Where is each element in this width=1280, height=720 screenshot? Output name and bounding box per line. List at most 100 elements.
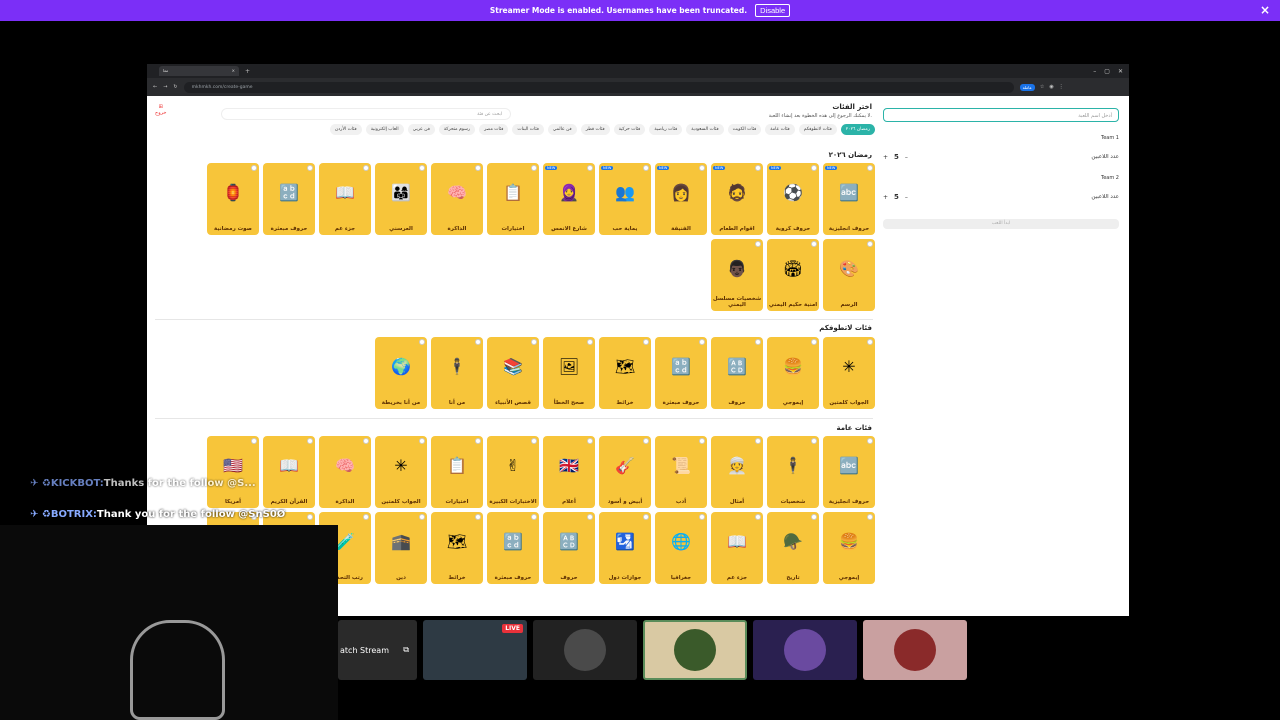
category-chip[interactable]: فئات الكويت	[727, 124, 762, 135]
category-card[interactable]: 👨🏿 شخصيات مسلسل اليمني	[711, 239, 763, 311]
info-icon[interactable]	[307, 165, 313, 171]
info-icon[interactable]	[755, 339, 761, 345]
participant-tile[interactable]	[863, 620, 967, 680]
info-icon[interactable]	[531, 165, 537, 171]
info-icon[interactable]	[699, 438, 705, 444]
team2-players-stepper[interactable]: + 5 –	[883, 193, 908, 201]
reload-icon[interactable]: ↻	[173, 84, 177, 90]
category-card[interactable]: ⚽ NEW حروف كروية	[767, 163, 819, 235]
category-card[interactable]: 📖 جزء عم	[319, 163, 371, 235]
category-card[interactable]: 🖼 صحح الخطأ	[543, 337, 595, 409]
category-chip[interactable]: فن عالمي	[547, 124, 577, 135]
category-card[interactable]: 🧠 الذاكرة	[319, 436, 371, 508]
info-icon[interactable]	[811, 514, 817, 520]
info-icon[interactable]	[643, 165, 649, 171]
category-card[interactable]: 📋 اختيارات	[487, 163, 539, 235]
maximize-icon[interactable]: ▢	[1104, 68, 1110, 75]
category-card[interactable]: 🔠 حروف	[711, 337, 763, 409]
category-chip[interactable]: فئات حركية	[613, 124, 646, 135]
new-tab-icon[interactable]: +	[245, 68, 250, 75]
info-icon[interactable]	[587, 514, 593, 520]
participant-tile[interactable]	[533, 620, 637, 680]
category-card[interactable]: 🔡 حروف مبعثرة	[655, 337, 707, 409]
category-chip[interactable]: فئات رياضية	[649, 124, 683, 135]
category-chip[interactable]: رمضان ٢٠٢٦	[840, 124, 875, 135]
category-card[interactable]: 🕋 دين	[375, 512, 427, 584]
info-icon[interactable]	[363, 514, 369, 520]
info-icon[interactable]	[699, 514, 705, 520]
category-card[interactable]: 🔤 NEW حروف انجليزية	[823, 163, 875, 235]
category-search-input[interactable]: ابحث عن فئة	[221, 108, 511, 120]
category-card[interactable]: 🔤 حروف انجليزية	[823, 436, 875, 508]
category-card[interactable]: ✌ الاختبارات الكبيرة	[487, 436, 539, 508]
category-card[interactable]: 👳 أمثال	[711, 436, 763, 508]
info-icon[interactable]	[475, 339, 481, 345]
category-card[interactable]: 🪖 تاريخ	[767, 512, 819, 584]
category-chip[interactable]: فئات السعودية	[686, 124, 724, 135]
info-icon[interactable]	[755, 165, 761, 171]
category-card[interactable]: 🧠 الذاكرة	[431, 163, 483, 235]
category-chip[interactable]: فئات مصر	[479, 124, 509, 135]
info-icon[interactable]	[867, 241, 873, 247]
start-game-button[interactable]: ابدأ اللعب	[883, 219, 1119, 229]
info-icon[interactable]	[475, 514, 481, 520]
category-card[interactable]: 📜 أدب	[655, 436, 707, 508]
category-chip[interactable]: فئات عامة	[765, 124, 795, 135]
info-icon[interactable]	[419, 165, 425, 171]
category-card[interactable]: 🇺🇸 أمريكا	[207, 436, 259, 508]
category-card[interactable]: 🍔 إيموجي	[767, 337, 819, 409]
browser-tab[interactable]: معا ×	[159, 66, 239, 76]
category-chip[interactable]: فئات البنات	[512, 124, 544, 135]
category-card[interactable]: ✳ الجواب كلمتين	[823, 337, 875, 409]
category-card[interactable]: 📖 القرآن الكريم	[263, 436, 315, 508]
category-card[interactable]: 🌐 جغرافيا	[655, 512, 707, 584]
category-card[interactable]: 🍔 إيموجي	[823, 512, 875, 584]
category-chip[interactable]: رسوم متحركة	[438, 124, 476, 135]
close-icon[interactable]: ×	[1260, 3, 1270, 17]
category-card[interactable]: 🎸 أبيض و أسود	[599, 436, 651, 508]
info-icon[interactable]	[587, 438, 593, 444]
category-chip[interactable]: فئات الأردن	[329, 124, 362, 135]
info-icon[interactable]	[867, 339, 873, 345]
info-icon[interactable]	[531, 339, 537, 345]
info-icon[interactable]	[419, 438, 425, 444]
exit-button[interactable]: ⊞ خروج	[155, 104, 167, 116]
category-card[interactable]: 🧔 NEW اقوام الطعام	[711, 163, 763, 235]
tab-close-icon[interactable]: ×	[232, 68, 235, 74]
info-icon[interactable]	[363, 438, 369, 444]
info-icon[interactable]	[867, 514, 873, 520]
info-icon[interactable]	[867, 165, 873, 171]
info-icon[interactable]	[363, 165, 369, 171]
forward-icon[interactable]: →	[163, 84, 167, 90]
info-icon[interactable]	[419, 514, 425, 520]
category-card[interactable]: 🏮 صوت رمضانية	[207, 163, 259, 235]
category-card[interactable]: 🗺 خرائط	[431, 512, 483, 584]
info-icon[interactable]	[251, 438, 257, 444]
extension-badge[interactable]: عاملة	[1019, 83, 1035, 91]
info-icon[interactable]	[755, 241, 761, 247]
category-card[interactable]: 🌍 من أنا بخريطة	[375, 337, 427, 409]
menu-icon[interactable]: ⋮	[1059, 84, 1064, 90]
category-card[interactable]: 🕴 من أنا	[431, 337, 483, 409]
info-icon[interactable]	[475, 438, 481, 444]
category-card[interactable]: 📚 قصص الأنبياء	[487, 337, 539, 409]
plus-icon[interactable]: +	[883, 194, 888, 201]
info-icon[interactable]	[755, 514, 761, 520]
info-icon[interactable]	[643, 438, 649, 444]
category-card[interactable]: 🧕 NEW شارع الانمس	[543, 163, 595, 235]
category-chip[interactable]: فئات لاتطوفكم	[798, 124, 837, 135]
url-field[interactable]: mkhmkh.com/create-game	[183, 81, 1014, 93]
game-name-input[interactable]: أدخل اسم اللعبة	[883, 108, 1119, 122]
close-window-icon[interactable]: ✕	[1118, 68, 1123, 75]
info-icon[interactable]	[643, 514, 649, 520]
category-card[interactable]: 🔡 حروف مبعثرة	[487, 512, 539, 584]
category-chip[interactable]: فئات قطر	[580, 124, 610, 135]
disable-streamer-mode-button[interactable]: Disable	[755, 4, 791, 17]
category-card[interactable]: 🏟 امنية حكيم اليمني	[767, 239, 819, 311]
profile-icon[interactable]: ◉	[1049, 84, 1053, 90]
info-icon[interactable]	[699, 165, 705, 171]
info-icon[interactable]	[587, 165, 593, 171]
info-icon[interactable]	[811, 165, 817, 171]
plus-icon[interactable]: +	[883, 154, 888, 161]
info-icon[interactable]	[531, 438, 537, 444]
